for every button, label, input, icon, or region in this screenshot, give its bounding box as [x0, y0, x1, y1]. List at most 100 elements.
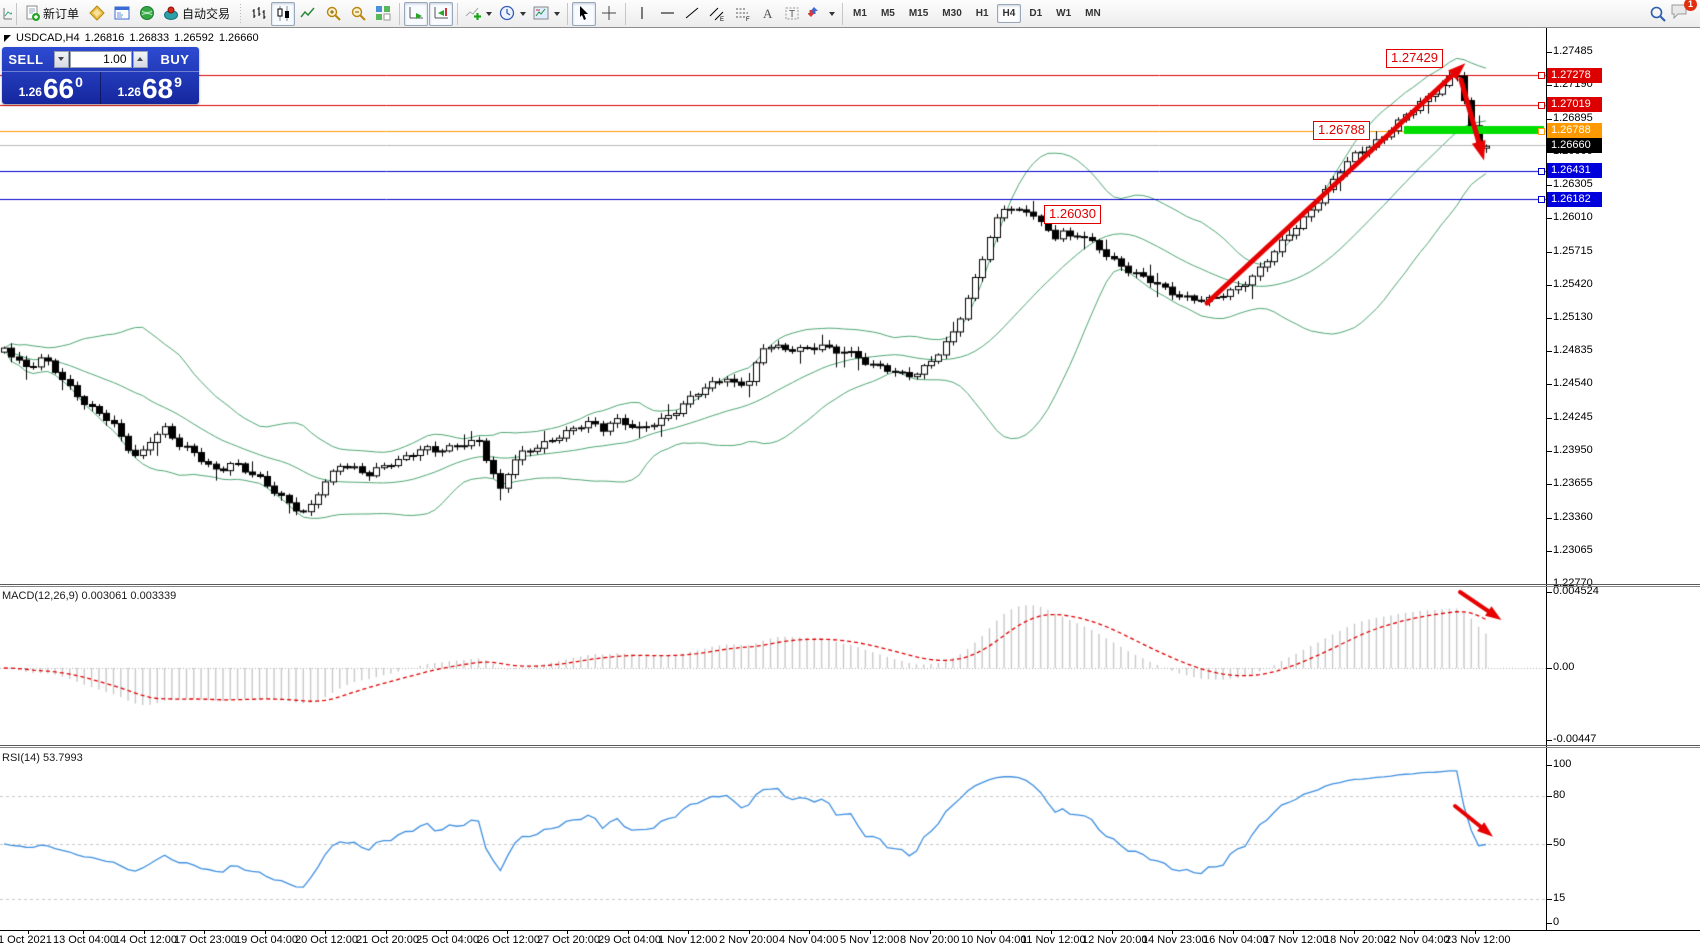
arrows-icon: [808, 5, 825, 22]
timeframe-m30[interactable]: M30: [936, 4, 967, 23]
date-axis-label: 26 Oct 12:00: [477, 934, 540, 946]
rsi-axis-label: 80: [1553, 789, 1565, 801]
tile-windows-icon: [375, 5, 392, 22]
date-axis-tick: [1233, 931, 1234, 934]
fibonacci-tool[interactable]: F: [730, 2, 754, 26]
timeframe-mn[interactable]: MN: [1079, 4, 1107, 23]
cursor-icon: [576, 5, 593, 22]
price-label-annotation[interactable]: 1.26788: [1313, 121, 1370, 140]
templates-button[interactable]: [530, 2, 563, 26]
buy-button[interactable]: BUY: [151, 52, 199, 67]
separator: [567, 3, 568, 25]
trade-panel-toggle-icon[interactable]: [4, 35, 11, 42]
cursor-button[interactable]: [572, 2, 596, 26]
separator: [842, 3, 843, 25]
line-endpoint-handle[interactable]: [1538, 168, 1545, 175]
price-axis-tick: [1547, 451, 1552, 452]
timeframe-w1[interactable]: W1: [1050, 4, 1077, 23]
timeframe-d1[interactable]: D1: [1023, 4, 1048, 23]
crosshair-button[interactable]: [597, 2, 621, 26]
vertical-line-icon: [635, 5, 650, 22]
timeframe-h4[interactable]: H4: [997, 4, 1022, 23]
new-order-button[interactable]: 新订单: [21, 2, 84, 26]
date-axis-tick: [144, 931, 145, 934]
price-axis-label: 1.23950: [1553, 444, 1593, 456]
pane-separator[interactable]: [0, 745, 1700, 746]
date-axis-tick: [1112, 931, 1113, 934]
line-endpoint-handle[interactable]: [1538, 128, 1545, 135]
date-axis-tick: [386, 931, 387, 934]
date-axis-label: 21 Oct 20:00: [356, 934, 419, 946]
trendline-tool[interactable]: [680, 2, 704, 26]
dropdown-arrow-icon: [486, 12, 492, 16]
pane-separator[interactable]: [0, 584, 1700, 585]
market-watch-button[interactable]: [110, 2, 134, 26]
timeframe-m15[interactable]: M15: [903, 4, 934, 23]
volume-increase-button[interactable]: [133, 51, 148, 68]
line-chart-button[interactable]: [296, 2, 320, 26]
clock-icon: [499, 5, 516, 22]
chart-shift-button[interactable]: [429, 2, 453, 26]
indicators-button[interactable]: [462, 2, 495, 26]
price-label-annotation[interactable]: 1.27429: [1386, 49, 1443, 68]
line-endpoint-handle[interactable]: [1538, 102, 1545, 109]
channel-tool[interactable]: E: [705, 2, 729, 26]
date-axis-label: 4 Nov 04:00: [779, 934, 838, 946]
price-label-annotation[interactable]: 1.26030: [1044, 205, 1101, 224]
date-axis-label: 1 Nov 12:00: [658, 934, 717, 946]
date-axis-tick: [1293, 931, 1294, 934]
text-label-tool[interactable]: T: [780, 2, 804, 26]
price-axis-badge: 1.26431: [1547, 163, 1602, 178]
price-axis-label: 1.26010: [1553, 211, 1593, 223]
tile-windows-button[interactable]: [371, 2, 395, 26]
auto-scroll-icon: [408, 5, 425, 22]
date-axis-tick: [83, 931, 84, 934]
volume-decrease-button[interactable]: [54, 51, 69, 68]
date-axis-border: [0, 930, 1700, 931]
date-axis-label: 11 Nov 12:00: [1021, 934, 1086, 946]
timeframe-m5[interactable]: M5: [875, 4, 901, 23]
date-axis-tick: [1414, 931, 1415, 934]
zoom-in-button[interactable]: [321, 2, 345, 26]
buy-price[interactable]: 1.26 68 9: [101, 72, 200, 104]
price-axis-badge: 1.27019: [1547, 97, 1602, 112]
date-axis-label: 10 Nov 04:00: [961, 934, 1026, 946]
svg-text:A: A: [763, 6, 773, 21]
periods-button[interactable]: [496, 2, 529, 26]
volume-input[interactable]: [70, 51, 132, 68]
rsi-axis-tick: [1547, 765, 1552, 766]
price-axis-badge: 1.26182: [1547, 192, 1602, 207]
text-tool[interactable]: A: [755, 2, 779, 26]
zoom-out-button[interactable]: [346, 2, 370, 26]
brush-icon: [89, 5, 106, 22]
price-axis-badge: 1.26788: [1547, 123, 1602, 138]
arrows-tool[interactable]: [805, 2, 838, 26]
chart-canvas[interactable]: [0, 0, 1700, 949]
price-axis-label: 1.24835: [1553, 344, 1593, 356]
line-endpoint-handle[interactable]: [1538, 72, 1545, 79]
notifications-button[interactable]: 1: [1670, 2, 1690, 25]
date-axis-label: 23 Nov 12:00: [1445, 934, 1510, 946]
auto-trading-button[interactable]: 自动交易: [160, 2, 235, 26]
auto-scroll-button[interactable]: [404, 2, 428, 26]
date-axis-tick: [628, 931, 629, 934]
timeframe-m1[interactable]: M1: [847, 4, 873, 23]
candlestick-chart-button[interactable]: [271, 2, 295, 26]
date-axis-tick: [325, 931, 326, 934]
data-window-button[interactable]: [135, 2, 159, 26]
dropdown-arrow-icon: [829, 12, 835, 16]
search-icon: [1649, 5, 1667, 23]
bar-chart-button[interactable]: [246, 2, 270, 26]
sell-button[interactable]: SELL: [2, 52, 50, 67]
date-axis-label: 25 Oct 04:00: [416, 934, 479, 946]
styler-button[interactable]: [85, 2, 109, 26]
rsi-axis-tick: [1547, 844, 1552, 845]
new-order-icon: [24, 5, 41, 22]
search-button[interactable]: [1646, 2, 1670, 26]
timeframe-h1[interactable]: H1: [970, 4, 995, 23]
price-axis-label: 1.26895: [1553, 112, 1593, 124]
horizontal-line-tool[interactable]: [655, 2, 679, 26]
sell-price[interactable]: 1.26 66 0: [2, 72, 101, 104]
vertical-line-tool[interactable]: [630, 2, 654, 26]
line-endpoint-handle[interactable]: [1538, 196, 1545, 203]
